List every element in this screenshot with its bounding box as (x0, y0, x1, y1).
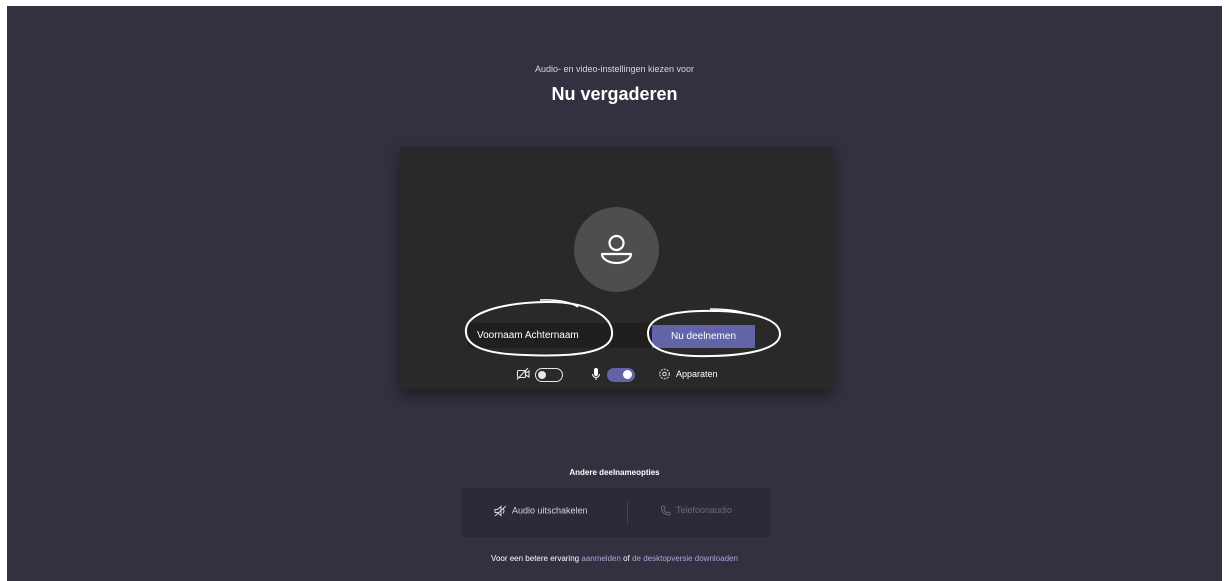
phone-audio-label: Telefoonaudio (676, 505, 733, 515)
speaker-off-icon (494, 505, 507, 517)
camera-off-icon (516, 367, 530, 380)
footer-text: Voor een betere ervaring aanmelden of de… (7, 554, 1222, 563)
page-title: Nu vergaderen (551, 84, 678, 104)
microphone-toggle[interactable] (607, 368, 635, 382)
other-options-title: Andere deelnameopties (569, 468, 660, 477)
name-input[interactable] (468, 323, 616, 348)
page-subtitle: Audio- en video-instellingen kiezen voor (534, 64, 695, 74)
camera-toggle[interactable] (535, 368, 563, 382)
audio-off-option[interactable]: Audio uitschakelen (494, 505, 588, 517)
audio-off-label: Audio uitschakelen (512, 505, 588, 516)
toggle-knob (623, 370, 632, 379)
other-options-panel: Audio uitschakelen Telefoonaudio (462, 488, 771, 537)
name-input-extension (616, 323, 652, 348)
avatar (574, 207, 659, 292)
footer-prefix: Voor een betere ervaring (491, 554, 580, 563)
person-icon (600, 234, 633, 265)
options-divider (627, 501, 628, 524)
gear-icon[interactable] (658, 367, 671, 381)
microphone-icon (592, 368, 600, 380)
join-now-button[interactable]: Nu deelnemen (652, 325, 755, 348)
phone-icon (660, 505, 671, 516)
meeting-prejoin-screen: Audio- en video-instellingen kiezen voor… (7, 6, 1222, 581)
devices-button[interactable]: Apparaten (676, 369, 718, 379)
phone-audio-option[interactable]: Telefoonaudio (660, 505, 732, 516)
desktop-download-link[interactable]: de desktopversie downloaden (632, 554, 738, 563)
toggle-knob (538, 370, 546, 379)
video-preview-panel: Nu deelnemen (400, 147, 833, 389)
media-controls: Apparaten (400, 365, 833, 385)
footer-middle: of (623, 554, 630, 563)
signin-link[interactable]: aanmelden (581, 554, 621, 563)
